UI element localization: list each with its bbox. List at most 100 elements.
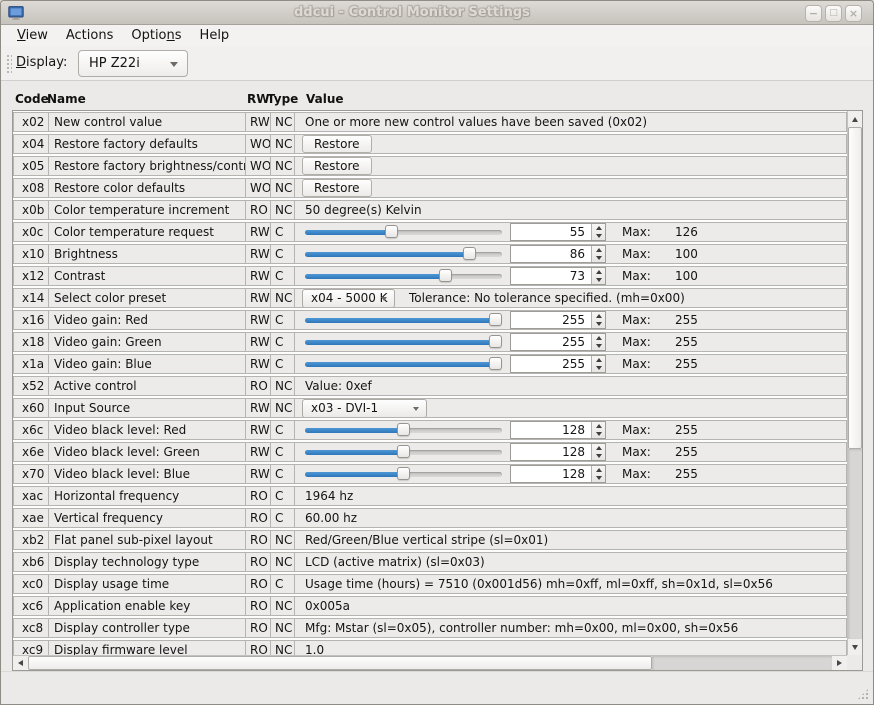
menu-view[interactable]: View (8, 25, 57, 46)
restore-button[interactable]: Restore (302, 135, 372, 153)
table-row: x08Restore color defaultsWONCRestore (13, 178, 847, 198)
slider-handle[interactable] (397, 467, 410, 480)
slider-handle[interactable] (489, 357, 502, 370)
spin-up-button[interactable] (592, 422, 605, 430)
spin-up-button[interactable] (592, 356, 605, 364)
spinbox-input[interactable]: 128 (511, 422, 591, 438)
menu-options[interactable]: Options (122, 25, 190, 46)
vertical-scrollbar-thumb[interactable] (848, 127, 862, 449)
value-slider[interactable] (305, 443, 502, 461)
cell-code: xc8 (14, 619, 49, 637)
cell-rw: RW (246, 245, 271, 263)
spin-down-button[interactable] (592, 430, 605, 438)
cell-type: C (271, 421, 295, 439)
cell-value: Value: 0xef (295, 377, 846, 395)
value-text: Red/Green/Blue vertical stripe (sl=0x01) (305, 531, 548, 549)
restore-button[interactable]: Restore (302, 157, 372, 175)
value-slider[interactable] (305, 421, 502, 439)
spinbox-buttons (591, 466, 605, 482)
value-slider[interactable] (305, 267, 502, 285)
cell-code: x60 (14, 399, 49, 417)
spinbox-input[interactable]: 55 (511, 224, 591, 240)
cell-name: Color temperature increment (49, 201, 246, 219)
display-select-value: HP Z22i (89, 56, 140, 71)
spin-down-button[interactable] (592, 474, 605, 482)
vertical-scrollbar-trough[interactable] (848, 449, 862, 639)
spin-down-button[interactable] (592, 254, 605, 262)
scroll-right-arrow-icon[interactable] (832, 656, 847, 670)
value-combo[interactable]: x04 - 5000 K (302, 289, 395, 307)
value-combo[interactable]: x03 - DVI-1 (302, 399, 427, 417)
spinbox-buttons (591, 444, 605, 460)
spin-up-button[interactable] (592, 312, 605, 320)
value-spinbox: 73 (510, 267, 606, 285)
value-slider[interactable] (305, 355, 502, 373)
chevron-up-icon (596, 270, 602, 274)
max-label: Max: (622, 355, 675, 373)
spinbox-input[interactable]: 255 (511, 312, 591, 328)
slider-handle[interactable] (463, 247, 476, 260)
scroll-left-arrow-icon[interactable] (13, 656, 28, 670)
scroll-down-arrow-icon[interactable] (848, 639, 862, 655)
spin-down-button[interactable] (592, 364, 605, 372)
value-slider[interactable] (305, 465, 502, 483)
max-value: 100 (675, 245, 698, 263)
chevron-down-icon (596, 234, 602, 238)
close-icon[interactable]: × (845, 5, 862, 22)
table-row: x52Active controlRONCValue: 0xef (13, 376, 847, 396)
spin-up-button[interactable] (592, 444, 605, 452)
cell-value: 128Max:255 (295, 421, 846, 439)
spin-down-button[interactable] (592, 452, 605, 460)
slider-handle[interactable] (489, 335, 502, 348)
slider-handle[interactable] (397, 445, 410, 458)
cell-value: 128Max:255 (295, 465, 846, 483)
chevron-down-icon (170, 62, 178, 67)
spinbox-input[interactable]: 128 (511, 444, 591, 460)
cell-code: x6e (14, 443, 49, 461)
restore-button[interactable]: Restore (302, 179, 372, 197)
spin-down-button[interactable] (592, 232, 605, 240)
spinbox-input[interactable]: 128 (511, 466, 591, 482)
slider-handle[interactable] (397, 423, 410, 436)
spinbox-buttons (591, 422, 605, 438)
horizontal-scrollbar[interactable] (13, 655, 847, 670)
menu-actions[interactable]: Actions (57, 25, 123, 46)
horizontal-scrollbar-trough[interactable] (652, 656, 832, 670)
cell-name: Video gain: Red (49, 311, 246, 329)
menu-help[interactable]: Help (191, 25, 239, 46)
value-slider[interactable] (305, 223, 502, 241)
table-row: xb2Flat panel sub-pixel layoutRONCRed/Gr… (13, 530, 847, 550)
slider-handle[interactable] (489, 313, 502, 326)
spin-up-button[interactable] (592, 268, 605, 276)
horizontal-scrollbar-thumb[interactable] (28, 656, 652, 670)
resize-grip-icon[interactable] (857, 688, 869, 700)
spinbox-input[interactable]: 255 (511, 356, 591, 372)
spinbox-input[interactable]: 255 (511, 334, 591, 350)
value-slider[interactable] (305, 311, 502, 329)
display-select[interactable]: HP Z22i (78, 50, 188, 77)
spin-up-button[interactable] (592, 224, 605, 232)
spin-up-button[interactable] (592, 466, 605, 474)
toolbar-drag-handle[interactable] (6, 54, 12, 74)
table-row: x12ContrastRWC73Max:100 (13, 266, 847, 286)
scroll-up-arrow-icon[interactable] (848, 111, 862, 127)
value-slider[interactable] (305, 333, 502, 351)
spinbox-input[interactable]: 86 (511, 246, 591, 262)
titlebar[interactable]: ddcui - Control Monitor Settings − □ × (1, 1, 873, 25)
value-slider[interactable] (305, 245, 502, 263)
slider-handle[interactable] (439, 269, 452, 282)
cell-code: xae (14, 509, 49, 527)
spinbox-input[interactable]: 73 (511, 268, 591, 284)
slider-handle[interactable] (385, 225, 398, 238)
minimize-icon[interactable]: − (805, 5, 822, 22)
spin-down-button[interactable] (592, 276, 605, 284)
cell-rw: RO (246, 509, 271, 527)
vertical-scrollbar[interactable] (847, 111, 862, 655)
cell-value: x04 - 5000 KTolerance: No tolerance spec… (295, 289, 846, 307)
cell-code: x6c (14, 421, 49, 439)
spin-down-button[interactable] (592, 342, 605, 350)
spin-up-button[interactable] (592, 246, 605, 254)
spin-down-button[interactable] (592, 320, 605, 328)
maximize-icon[interactable]: □ (825, 5, 842, 22)
spin-up-button[interactable] (592, 334, 605, 342)
